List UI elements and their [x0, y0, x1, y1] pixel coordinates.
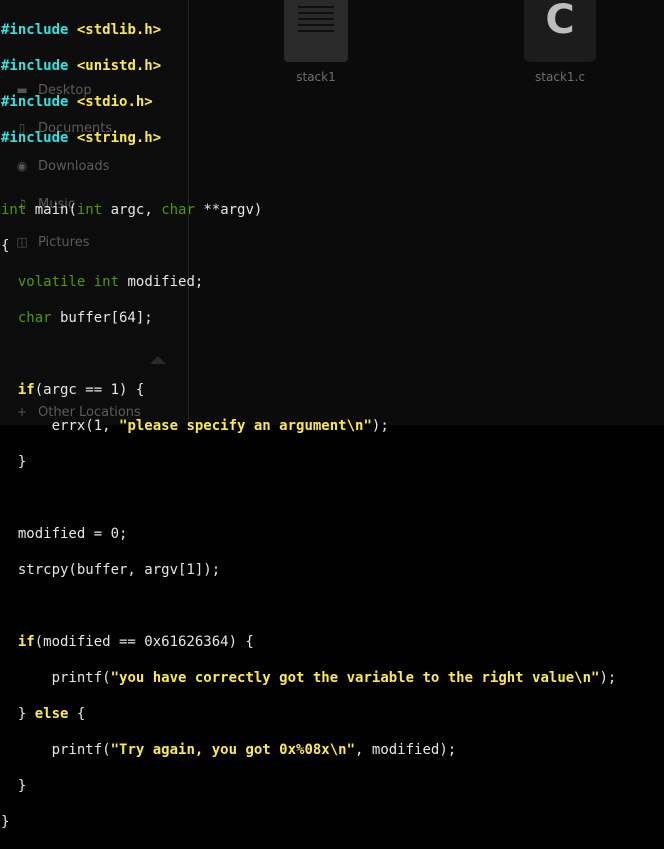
- control-keyword: else: [34, 706, 69, 722]
- code-text: printf(: [51, 670, 111, 686]
- code-line: printf("Try again, you got 0x%08x\n", mo…: [1, 741, 616, 759]
- code-text: buffer[64];: [51, 310, 153, 326]
- string-literal: "please specify an argument\n": [119, 418, 372, 434]
- code-text: (argc == 1) {: [34, 382, 145, 398]
- type-keyword: int: [1, 202, 27, 218]
- code-line: }: [1, 777, 616, 795]
- code-text: );: [599, 670, 617, 686]
- code-text: {: [68, 706, 86, 722]
- code-text: }: [1, 814, 10, 830]
- code-line: {: [1, 237, 616, 255]
- code-line: } else {: [1, 705, 616, 723]
- code-text: printf(: [51, 742, 111, 758]
- type-keyword: char: [17, 310, 52, 326]
- code-text: );: [371, 418, 389, 434]
- code-text: errx(1,: [51, 418, 120, 434]
- code-line: int main(int argc, char **argv): [1, 201, 616, 219]
- preprocessor-directive: #include: [1, 22, 69, 38]
- code-text: (modified == 0x61626364) {: [34, 634, 254, 650]
- header-name: <stdio.h>: [76, 94, 153, 110]
- string-literal: "you have correctly got the variable to …: [110, 670, 600, 686]
- control-keyword: if: [17, 634, 35, 650]
- preprocessor-directive: #include: [1, 94, 69, 110]
- preprocessor-directive: #include: [1, 130, 69, 146]
- type-keyword: int: [93, 274, 120, 290]
- string-literal: "Try again, you got 0x%08x\n": [110, 742, 356, 758]
- code-text: modified = 0;: [17, 526, 128, 542]
- code-text: argc,: [102, 202, 162, 218]
- code-line: printf("you have correctly got the varia…: [1, 669, 617, 687]
- code-line: #include <unistd.h>: [1, 57, 616, 75]
- code-line: char buffer[64];: [1, 309, 616, 327]
- code-text: modified;: [119, 274, 204, 290]
- code-text: {: [1, 238, 10, 254]
- code-text: }: [17, 454, 27, 470]
- header-name: <string.h>: [76, 130, 162, 146]
- code-text: }: [17, 706, 35, 722]
- header-name: <unistd.h>: [76, 58, 162, 74]
- code-line: strcpy(buffer, argv[1]);: [1, 561, 616, 579]
- code-text: strcpy(buffer, argv[1]);: [17, 562, 221, 578]
- code-line: if(modified == 0x61626364) {: [1, 633, 616, 651]
- type-keyword: volatile: [17, 274, 86, 290]
- header-name: <stdlib.h>: [76, 22, 162, 38]
- code-line: #include <stdio.h>: [1, 93, 616, 111]
- code-line: }: [1, 813, 616, 831]
- code-line: errx(1, "please specify an argument\n");: [1, 417, 616, 435]
- code-text: , modified);: [355, 742, 457, 758]
- code-line: #include <stdlib.h>: [1, 21, 616, 39]
- code-line: modified = 0;: [1, 525, 616, 543]
- preprocessor-directive: #include: [1, 58, 69, 74]
- type-keyword: char: [161, 202, 195, 218]
- type-keyword: int: [76, 202, 103, 218]
- code-text: }: [17, 778, 27, 794]
- control-keyword: if: [17, 382, 35, 398]
- code-line: }: [1, 453, 616, 471]
- code-line: volatile int modified;: [1, 273, 616, 291]
- code-text: main(: [26, 202, 77, 218]
- code-line: if(argc == 1) {: [1, 381, 616, 399]
- terminal-code-text: #include <stdlib.h> #include <unistd.h> …: [1, 3, 616, 849]
- code-line: #include <string.h>: [1, 129, 616, 147]
- code-text: **argv): [194, 202, 263, 218]
